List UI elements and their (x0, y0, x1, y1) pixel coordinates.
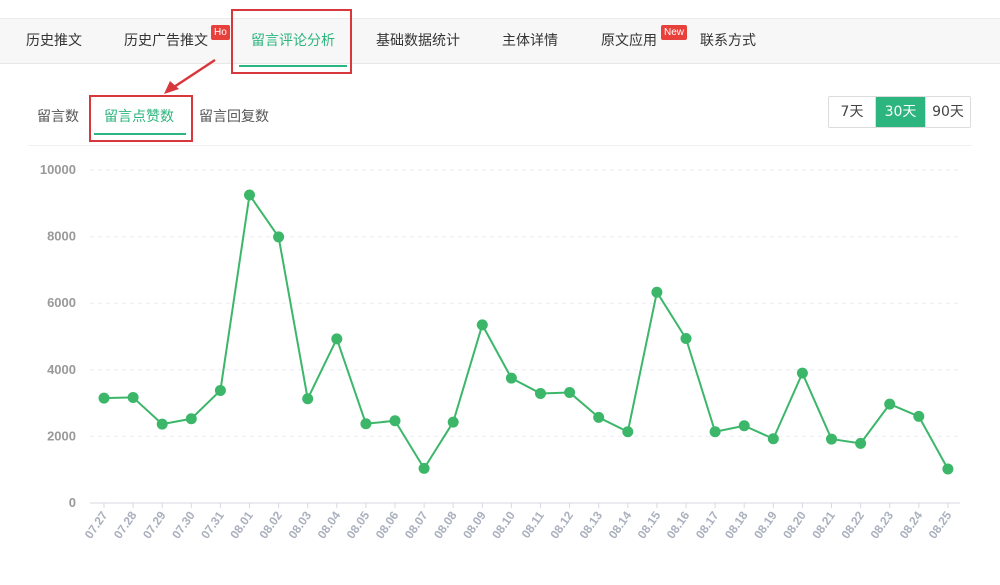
subtab-comment-count[interactable]: 留言数 (37, 106, 79, 128)
tab-comment-analysis[interactable]: 留言评论分析 (239, 19, 347, 67)
x-tick-label: 08.23 (867, 508, 896, 541)
y-axis: 0 2000 4000 6000 8000 10000 (40, 162, 76, 510)
x-tick-label: 08.20 (780, 508, 809, 541)
data-point (98, 392, 110, 404)
chart-grid (90, 169, 960, 437)
x-tick-label: 08.06 (373, 508, 402, 541)
top-tab-bar: 历史推文 历史广告推文 Ho 留言评论分析 基础数据统计 主体详情 原文应用 N… (0, 18, 1000, 67)
x-tick-label: 07.30 (169, 508, 198, 541)
data-point (389, 415, 401, 427)
x-tick-label: 07.27 (82, 508, 111, 541)
data-point (214, 384, 226, 396)
x-tick-label: 08.15 (635, 508, 664, 541)
data-point (680, 332, 692, 344)
x-tick-label: 08.09 (460, 508, 489, 541)
x-tick-label: 07.28 (111, 508, 140, 541)
data-point (709, 426, 721, 438)
x-tick-label: 08.11 (519, 508, 547, 540)
x-tick-label: 08.01 (227, 508, 256, 541)
x-tick-label: 08.22 (838, 508, 867, 541)
y-tick-label: 0 (69, 495, 76, 510)
series-line (103, 193, 949, 470)
hot-badge: Ho (211, 25, 230, 40)
x-tick-label: 08.14 (606, 508, 635, 541)
range-90d-button[interactable]: 90天 (925, 97, 970, 127)
data-point (651, 286, 663, 298)
data-point (767, 433, 779, 445)
range-30d-button[interactable]: 30天 (875, 97, 925, 127)
data-point (593, 411, 605, 423)
data-point (447, 416, 459, 428)
data-point (302, 393, 314, 405)
range-button-group: 7天 30天 90天 (828, 96, 971, 128)
data-point (476, 319, 488, 331)
x-axis: 07.27 07.28 07.29 07.30 07.31 08.01 08.02 08.03… (82, 502, 960, 541)
likes-line-chart: 0200040006000800010000 07.27 07.28 07.29 07… (40, 162, 960, 541)
data-point (185, 413, 197, 425)
x-tick-label: 08.07 (402, 508, 431, 541)
new-badge: New (661, 25, 688, 40)
y-tick-label: 8000 (47, 229, 76, 244)
data-point (622, 426, 634, 438)
x-tick-label: 08.02 (256, 508, 285, 541)
data-point (127, 391, 139, 403)
data-point (360, 418, 372, 430)
x-tick-label: 07.31 (198, 508, 227, 541)
range-7d-button[interactable]: 7天 (829, 97, 875, 127)
data-point (564, 386, 576, 398)
tab-history-posts[interactable]: 历史推文 (26, 19, 82, 65)
data-point (796, 367, 808, 379)
data-point (913, 410, 925, 422)
active-tab-underline (239, 65, 347, 67)
subtab-active-underline (94, 133, 186, 135)
data-point (535, 387, 546, 399)
x-tick-label: 08.03 (285, 508, 314, 541)
x-tick-label: 08.24 (897, 508, 926, 541)
annotation-arrow (164, 58, 216, 94)
x-tick-label: 08.05 (344, 508, 373, 541)
x-tick-label: 08.18 (722, 508, 751, 541)
x-tick-label: 08.10 (489, 508, 518, 541)
data-point (156, 418, 168, 430)
x-tick-label: 08.17 (693, 508, 722, 541)
x-tick-label: 08.16 (664, 508, 693, 541)
data-point (738, 420, 750, 432)
data-point (826, 433, 837, 445)
x-tick-label: 08.12 (547, 508, 576, 541)
x-tick-label: 08.04 (315, 508, 344, 541)
series-likes (98, 189, 954, 475)
data-point (942, 463, 954, 475)
x-tick-label: 07.29 (140, 508, 169, 541)
tab-entity-details[interactable]: 主体详情 (502, 19, 558, 65)
y-tick-label: 6000 (47, 295, 76, 310)
x-tick-label: 08.19 (751, 508, 780, 541)
data-point (244, 189, 255, 201)
x-tick-label: 08.25 (926, 508, 955, 541)
subtab-comment-replies[interactable]: 留言回复数 (199, 106, 269, 128)
data-point (884, 398, 896, 410)
data-point (505, 372, 517, 384)
x-tick-label: 08.21 (809, 508, 838, 541)
data-point (273, 231, 285, 243)
tab-basic-stats[interactable]: 基础数据统计 (376, 19, 460, 65)
y-tick-label: 4000 (47, 362, 76, 377)
y-tick-label: 10000 (40, 162, 76, 177)
tab-comment-analysis-label: 留言评论分析 (251, 33, 335, 49)
x-tick-label: 08.08 (431, 508, 460, 541)
subtab-comment-likes[interactable]: 留言点赞数 (104, 106, 174, 128)
tab-original-app[interactable]: 原文应用 (601, 19, 657, 65)
data-point (418, 462, 430, 474)
y-tick-label: 2000 (47, 428, 76, 443)
x-tick-label: 08.13 (576, 508, 605, 541)
data-point (855, 437, 867, 449)
data-point (331, 333, 343, 345)
tab-contact[interactable]: 联系方式 (700, 19, 756, 65)
